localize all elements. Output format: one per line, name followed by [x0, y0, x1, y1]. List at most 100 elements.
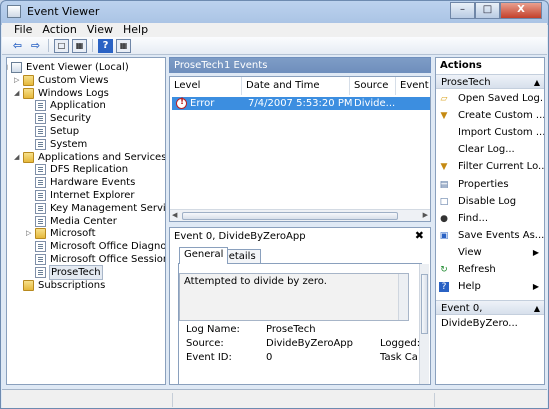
action-label: Disable Log	[458, 195, 517, 207]
message-text: Attempted to divide by zero.	[184, 276, 327, 287]
minimize-button[interactable]: –	[450, 2, 475, 19]
action-label: Help	[458, 281, 481, 293]
tree-item[interactable]: ◢ Applications and Services Logs	[7, 151, 165, 164]
tree-item[interactable]: Key Management Service	[7, 202, 165, 215]
menu-file[interactable]: File	[14, 23, 32, 37]
folder-icon	[35, 228, 46, 240]
expanded-arrow-icon[interactable]: ◢	[14, 87, 22, 100]
event-row[interactable]: Error 7/4/2007 5:53:20 PM Divide...	[172, 97, 430, 110]
horizontal-scrollbar[interactable]: ◀ ▶	[170, 209, 430, 221]
detail-scroll-thumb[interactable]	[421, 274, 428, 334]
collapse-icon[interactable]: ▲	[534, 75, 540, 90]
filter-icon: ▼	[440, 162, 448, 173]
action-item[interactable]: View ▶	[436, 245, 544, 261]
tree-item-label: Key Management Service	[50, 202, 166, 214]
log-icon	[35, 266, 46, 278]
scroll-thumb[interactable]	[182, 212, 398, 220]
scroll-left-icon[interactable]: ◀	[172, 211, 177, 219]
close-detail-icon[interactable]: ✖	[415, 229, 424, 242]
tree-item[interactable]: ▷ Microsoft	[7, 227, 165, 240]
collapsed-arrow-icon[interactable]: ▷	[14, 74, 22, 87]
menu-action[interactable]: Action	[42, 23, 76, 37]
actions-section-log[interactable]: ProseTech ▲	[436, 74, 544, 89]
forward-arrow-icon[interactable]: ⇨	[28, 39, 43, 53]
tree-item[interactable]: ProseTech	[7, 264, 165, 280]
tree-item[interactable]: Security	[7, 112, 165, 125]
action-item[interactable]: Import Custom ...	[436, 125, 544, 141]
save-icon: ▣	[439, 230, 449, 241]
help-icon[interactable]: ?	[98, 38, 113, 53]
expanded-arrow-icon[interactable]: ◢	[7, 61, 10, 74]
tree-item[interactable]: ◢ Windows Logs	[7, 87, 165, 100]
source-value: DivideByZeroApp	[266, 338, 354, 349]
column-level[interactable]: Level	[170, 77, 242, 95]
action-item[interactable]: □ Disable Log	[436, 194, 544, 210]
back-arrow-icon[interactable]: ⇦	[10, 39, 25, 53]
tree-item[interactable]: Microsoft Office Sessions	[7, 253, 165, 266]
tab-general[interactable]: General	[179, 247, 229, 264]
action-item[interactable]: ▣ Save Events As...	[436, 228, 544, 244]
tree-item[interactable]: Microsoft Office Diagnostics	[7, 240, 165, 253]
action-item[interactable]: ▱ Open Saved Log...	[436, 91, 544, 107]
show-hide-action-pane-icon[interactable]: ▦	[116, 38, 131, 53]
collapse-icon[interactable]: ▲	[534, 301, 540, 316]
maximize-button[interactable]: □	[475, 2, 500, 19]
action-item[interactable]: ▼ Create Custom ...	[436, 108, 544, 124]
menu-view[interactable]: View	[87, 23, 113, 37]
tree-item[interactable]: Setup	[7, 125, 165, 138]
show-hide-tree-icon[interactable]: ▦	[72, 38, 87, 53]
disable-icon: □	[439, 196, 449, 207]
action-item[interactable]: ▼ Filter Current Lo...	[436, 159, 544, 175]
column-event-id[interactable]: Event ID	[396, 77, 430, 109]
up-folder-icon[interactable]: □	[54, 38, 69, 53]
tree-item[interactable]: Subscriptions	[7, 279, 165, 292]
tree-item[interactable]: ▷ Custom Views	[7, 74, 165, 87]
action-label: Create Custom ...	[458, 110, 545, 122]
status-bar	[2, 389, 547, 408]
action-label: Open Saved Log...	[458, 93, 545, 104]
collapsed-arrow-icon[interactable]: ▷	[26, 227, 34, 240]
log-icon	[35, 190, 46, 201]
tree-item[interactable]: Application	[7, 99, 165, 112]
action-item[interactable]: ● Find...	[436, 211, 544, 227]
action-label: Find...	[458, 212, 489, 224]
action-item[interactable]: ? Help ▶	[436, 279, 544, 295]
action-label: Clear Log...	[458, 144, 515, 156]
tree-item-label: Subscriptions	[38, 279, 106, 291]
scroll-right-icon[interactable]: ▶	[423, 211, 428, 219]
detail-scrollbar[interactable]	[419, 264, 429, 384]
tree-item[interactable]: Media Center	[7, 215, 165, 228]
tree-item-label: ProseTech	[49, 264, 103, 280]
tree-item[interactable]: DFS Replication	[7, 163, 165, 176]
title-bar[interactable]: Event Viewer – □ X	[1, 1, 548, 23]
event-viewer-window: Event Viewer – □ X File Action View Help…	[0, 0, 549, 409]
tree-item[interactable]: System	[7, 138, 165, 151]
tree-item-label: Security	[50, 113, 92, 125]
action-item[interactable]: Clear Log...	[436, 142, 544, 158]
folder-icon	[23, 87, 34, 99]
actions-pane: Actions ProseTech ▲ ▱ Open Saved Log... ▼ C…	[435, 57, 545, 385]
action-label: Refresh	[458, 264, 496, 275]
event-message: Attempted to divide by zero.	[179, 273, 409, 321]
actions-section-event[interactable]: Event 0, DivideByZero... ▲	[436, 300, 544, 329]
tree-item[interactable]: Hardware Events	[7, 176, 165, 189]
tree-item-label: Media Center	[50, 215, 117, 227]
log-header: ProseTech 1 Events	[169, 57, 431, 73]
caption-buttons: – □ X	[450, 2, 542, 19]
log-icon	[35, 113, 46, 125]
properties-icon: ▤	[439, 179, 449, 190]
tree-item[interactable]: Internet Explorer	[7, 189, 165, 202]
tree-item-label: DFS Replication	[50, 164, 129, 176]
submenu-arrow-icon: ▶	[532, 282, 539, 292]
binoculars-icon: ●	[440, 213, 448, 224]
message-scrollbar[interactable]	[398, 274, 408, 320]
column-date-time[interactable]: Date and Time	[242, 77, 350, 95]
menu-help[interactable]: Help	[123, 23, 148, 37]
action-item[interactable]: ↻ Refresh	[436, 262, 544, 278]
action-item[interactable]: ▤ Properties	[436, 177, 544, 193]
expanded-arrow-icon[interactable]: ◢	[14, 151, 22, 164]
column-source[interactable]: Source	[350, 77, 396, 95]
close-button[interactable]: X	[500, 2, 542, 19]
tree-item[interactable]: ◢ Event Viewer (Local)	[7, 61, 165, 74]
folder-icon	[23, 151, 34, 163]
